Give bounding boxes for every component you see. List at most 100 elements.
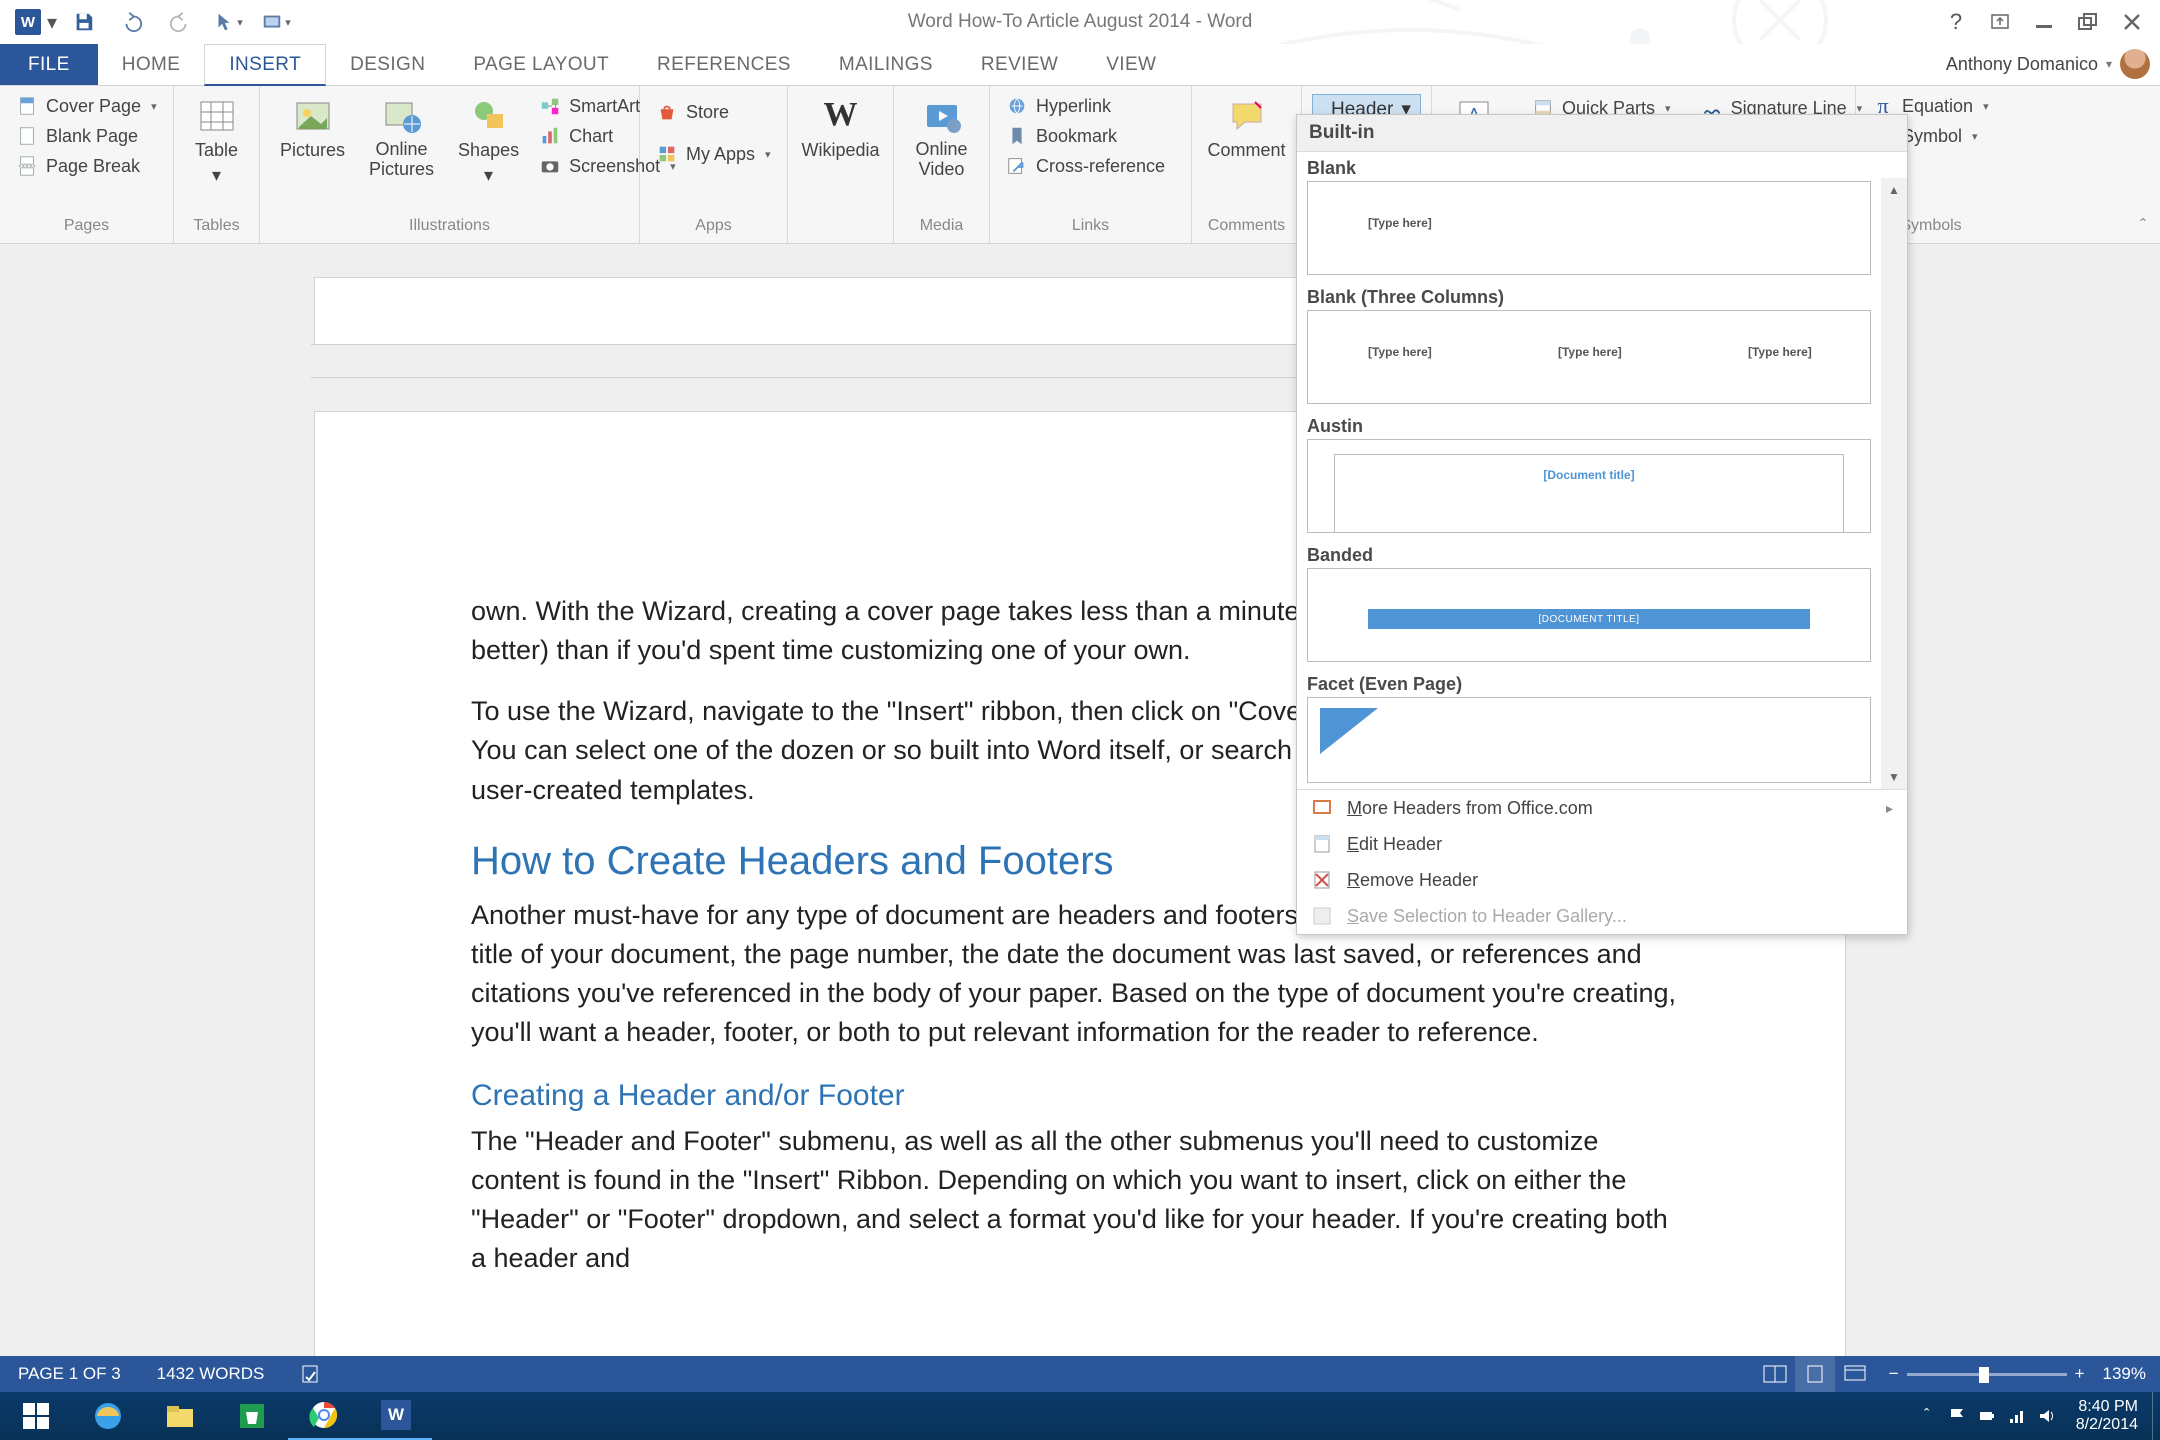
remove-header-item[interactable]: Remove Header (1297, 862, 1907, 898)
show-desktop[interactable] (2152, 1392, 2160, 1440)
print-layout-icon[interactable] (1795, 1356, 1835, 1392)
ribbon-display-icon[interactable] (1978, 2, 2022, 42)
tab-insert[interactable]: INSERT (204, 44, 326, 86)
tab-references[interactable]: REFERENCES (633, 44, 815, 85)
store-button[interactable]: Store (650, 98, 777, 126)
scroll-up-icon[interactable]: ▲ (1881, 178, 1907, 202)
group-apps: Store My Apps▾ Apps (640, 86, 788, 243)
group-pages: Cover Page▾ Blank Page Page Break Pages (0, 86, 174, 243)
gallery-item-facet[interactable] (1307, 697, 1871, 783)
gallery-item-label: Blank (Three Columns) (1297, 281, 1881, 310)
tab-mailings[interactable]: MAILINGS (815, 44, 957, 85)
shapes-button[interactable]: Shapes▾ (448, 92, 529, 190)
pointer-mode-icon[interactable]: ▾ (204, 2, 252, 42)
tray-volume-icon[interactable] (2032, 1392, 2062, 1440)
taskbar: W ˆ 8:40 PM 8/2/2014 (0, 1392, 2160, 1440)
minimize-icon[interactable] (2022, 2, 2066, 42)
wikipedia-button[interactable]: W Wikipedia (791, 92, 889, 165)
group-media: Online Video Media (894, 86, 990, 243)
table-button[interactable]: Table▾ (185, 92, 248, 190)
restore-icon[interactable] (2066, 2, 2110, 42)
status-words[interactable]: 1432 WORDS (139, 1364, 283, 1384)
gallery-item-blank-3col[interactable]: [Type here] [Type here] [Type here] (1307, 310, 1871, 404)
account-name: Anthony Domanico (1946, 54, 2098, 75)
quick-access-toolbar: W▾ ▾ ▾ (0, 2, 300, 42)
window-title: Word How-To Article August 2014 - Word (908, 11, 1253, 33)
web-layout-icon[interactable] (1835, 1356, 1875, 1392)
bookmark-button[interactable]: Bookmark (1000, 122, 1171, 150)
undo-icon[interactable] (108, 2, 156, 42)
blank-page-button[interactable]: Blank Page (10, 122, 163, 150)
avatar (2120, 49, 2150, 79)
group-wikipedia: W Wikipedia (788, 86, 894, 243)
scroll-down-icon[interactable]: ▼ (1881, 765, 1907, 789)
tray-flag-icon[interactable] (1942, 1392, 1972, 1440)
taskbar-ie[interactable] (72, 1392, 144, 1440)
group-links: Hyperlink Bookmark Cross-reference Links (990, 86, 1192, 243)
gallery-item-label: Blank (1297, 152, 1881, 181)
start-button[interactable] (0, 1392, 72, 1440)
taskbar-word[interactable]: W (360, 1392, 432, 1440)
zoom-level[interactable]: 139% (2103, 1364, 2146, 1384)
tab-design[interactable]: DESIGN (326, 44, 449, 85)
save-to-gallery-item: Save Selection to Header Gallery... (1297, 898, 1907, 934)
qat-customize-icon[interactable]: ▾ (252, 2, 300, 42)
online-video-button[interactable]: Online Video (904, 92, 979, 184)
paragraph: The "Header and Footer" submenu, as well… (471, 1122, 1689, 1279)
close-icon[interactable] (2110, 2, 2154, 42)
status-bar: PAGE 1 OF 3 1432 WORDS − + 139% (0, 1356, 2160, 1392)
tab-review[interactable]: REVIEW (957, 44, 1082, 85)
zoom-in-icon[interactable]: + (2075, 1364, 2085, 1384)
redo-icon[interactable] (156, 2, 204, 42)
taskbar-explorer[interactable] (144, 1392, 216, 1440)
group-tables: Table▾ Tables (174, 86, 260, 243)
gallery-scrollbar[interactable]: ▲ ▼ (1881, 178, 1907, 789)
chevron-right-icon: ▸ (1886, 800, 1893, 817)
tray-up-icon[interactable]: ˆ (1912, 1392, 1942, 1440)
gallery-item-label: Banded (1297, 539, 1881, 568)
taskbar-chrome[interactable] (288, 1392, 360, 1440)
tab-view[interactable]: VIEW (1082, 44, 1180, 85)
cross-reference-button[interactable]: Cross-reference (1000, 152, 1171, 180)
clock[interactable]: 8:40 PM 8/2/2014 (2062, 1398, 2152, 1433)
gallery-category: Built-in (1297, 115, 1907, 152)
group-illustrations: Pictures Online Pictures Shapes▾ SmartAr… (260, 86, 640, 243)
account-menu[interactable]: Anthony Domanico▾ (1946, 49, 2150, 79)
group-comments: Comment Comments (1192, 86, 1302, 243)
zoom-slider[interactable]: − + 139% (1875, 1364, 2160, 1384)
gallery-item-label: Facet (Even Page) (1297, 668, 1881, 697)
taskbar-store[interactable] (216, 1392, 288, 1440)
proofing-icon[interactable] (282, 1363, 340, 1385)
zoom-out-icon[interactable]: − (1889, 1364, 1899, 1384)
gallery-item-label: Austin (1297, 410, 1881, 439)
my-apps-button[interactable]: My Apps▾ (650, 140, 777, 168)
more-headers-item[interactable]: More Headers from Office.com ▸ (1297, 790, 1907, 826)
gallery-item-austin[interactable]: [Document title] (1307, 439, 1871, 533)
gallery-item-banded[interactable]: [DOCUMENT TITLE] (1307, 568, 1871, 662)
cover-page-button[interactable]: Cover Page▾ (10, 92, 163, 120)
tab-page-layout[interactable]: PAGE LAYOUT (449, 44, 633, 85)
word-app-icon[interactable]: W▾ (12, 2, 60, 42)
tray-network-icon[interactable] (2002, 1392, 2032, 1440)
tab-file[interactable]: FILE (0, 44, 98, 85)
system-tray: ˆ 8:40 PM 8/2/2014 (1912, 1392, 2160, 1440)
gallery-item-blank[interactable]: [Type here] (1307, 181, 1871, 275)
page-break-button[interactable]: Page Break (10, 152, 163, 180)
status-page[interactable]: PAGE 1 OF 3 (0, 1364, 139, 1384)
help-icon[interactable]: ? (1934, 2, 1978, 42)
gallery-footer: More Headers from Office.com ▸ Edit Head… (1297, 789, 1907, 934)
tab-home[interactable]: HOME (98, 44, 205, 85)
read-mode-icon[interactable] (1755, 1356, 1795, 1392)
pictures-button[interactable]: Pictures (270, 92, 355, 165)
title-bar: W▾ ▾ ▾ Word How-To Article August 2014 -… (0, 0, 2160, 44)
edit-header-item[interactable]: Edit Header (1297, 826, 1907, 862)
header-gallery: Built-in ▲ ▼ Blank [Type here] Blank (Th… (1296, 114, 1908, 935)
online-pictures-button[interactable]: Online Pictures (359, 92, 444, 184)
tray-power-icon[interactable] (1972, 1392, 2002, 1440)
comment-button[interactable]: Comment (1197, 92, 1295, 165)
ribbon-tabs: FILE HOME INSERT DESIGN PAGE LAYOUT REFE… (0, 44, 2160, 86)
heading-3: Creating a Header and/or Footer (471, 1074, 1689, 1118)
hyperlink-button[interactable]: Hyperlink (1000, 92, 1171, 120)
save-icon[interactable] (60, 2, 108, 42)
collapse-ribbon-icon[interactable]: ˆ (2140, 216, 2146, 237)
